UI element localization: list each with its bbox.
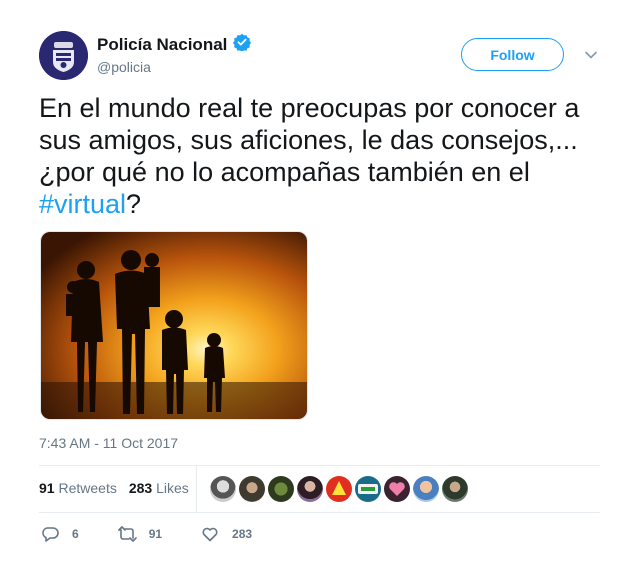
tweet-line: sus amigos, sus aficiones, le das consej… — [39, 125, 578, 155]
tweet-image[interactable] — [40, 231, 308, 420]
liker-avatar[interactable] — [442, 476, 468, 502]
retweet-count: 91 — [148, 527, 163, 541]
divider — [39, 465, 600, 466]
police-crest-icon — [39, 31, 88, 80]
action-bar: 6 91 283 — [40, 524, 290, 544]
like-count: 283 — [232, 527, 253, 541]
family-silhouette-image — [41, 232, 307, 419]
liker-avatar[interactable] — [268, 476, 294, 502]
liker-avatar[interactable] — [384, 476, 410, 502]
tweet-text: En el mundo real te preocupas por conoce… — [39, 92, 614, 220]
avatar[interactable] — [39, 31, 88, 80]
liker-avatar[interactable] — [210, 476, 236, 502]
timestamp[interactable]: 7:43 AM - 11 Oct 2017 — [39, 435, 178, 451]
reply-icon — [42, 527, 59, 542]
reply-button[interactable]: 6 — [40, 524, 79, 544]
likes-stat[interactable]: 283 Likes — [129, 480, 189, 496]
retweet-icon — [117, 526, 137, 542]
liker-avatar[interactable] — [326, 476, 352, 502]
handle[interactable]: @policia — [97, 59, 151, 75]
display-name[interactable]: Policía Nacional — [97, 35, 227, 55]
verified-badge-icon — [233, 33, 252, 56]
name-row: Policía Nacional — [97, 33, 252, 56]
engagement-stats: 91 Retweets 283 Likes — [39, 480, 189, 496]
tweet-text-end: ? — [126, 189, 142, 219]
heart-icon — [202, 527, 218, 542]
like-button[interactable]: 283 — [200, 524, 252, 544]
liker-avatar[interactable] — [239, 476, 265, 502]
liker-avatar[interactable] — [355, 476, 381, 502]
follow-button[interactable]: Follow — [461, 38, 564, 71]
tweet-line: #virtual? — [39, 188, 614, 220]
tweet-line: ¿por qué no lo acompañas también en el — [39, 157, 530, 187]
reply-count: 6 — [72, 527, 79, 541]
chevron-down-icon[interactable] — [584, 48, 598, 62]
hashtag-link[interactable]: #virtual — [39, 189, 126, 219]
divider — [39, 512, 600, 513]
tweet-line: En el mundo real te preocupas por conoce… — [39, 93, 580, 123]
liker-avatars — [210, 476, 468, 502]
retweet-button[interactable]: 91 — [117, 524, 162, 544]
liker-avatar[interactable] — [413, 476, 439, 502]
retweets-stat[interactable]: 91 Retweets — [39, 480, 117, 496]
divider — [196, 466, 197, 512]
liker-avatar[interactable] — [297, 476, 323, 502]
